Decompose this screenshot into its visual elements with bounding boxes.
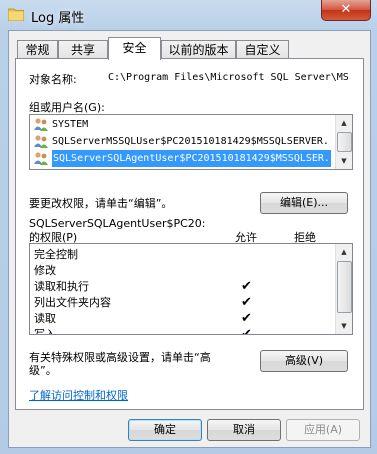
permission-name: 读取和执行 (34, 280, 89, 293)
object-name-value: C:\Program Files\Microsoft SQL Server\MS (108, 72, 349, 83)
advanced-button[interactable]: 高级(V) (260, 350, 348, 372)
edit-hint: 要更改权限，请单击“编辑”。 (29, 197, 173, 210)
user-name: SQLServerMSSQLUser$PC201510181429$MSSQLS… (52, 136, 329, 147)
users-scrollbar[interactable]: ▲ ▼ (335, 115, 352, 169)
ok-button[interactable]: 确定 (128, 419, 202, 441)
permission-name: 读取 (34, 312, 56, 325)
permission-name: 完全控制 (34, 248, 78, 261)
users-group-icon (34, 118, 48, 131)
permission-row: 修改 (30, 263, 350, 279)
scroll-thumb[interactable] (337, 261, 352, 313)
permission-row: 读取 ✔ (30, 311, 350, 327)
edit-button[interactable]: 编辑(E)... (260, 192, 348, 214)
allow-check-icon: ✔ (241, 327, 252, 335)
permission-name: 列出文件夹内容 (34, 296, 111, 309)
security-panel: 对象名称: C:\Program Files\Microsoft SQL Ser… (15, 58, 364, 410)
user-row[interactable]: SQLServerMSSQLUser$PC201510181429$MSSQLS… (31, 133, 333, 150)
permission-name: 写入 (34, 328, 56, 335)
advanced-hint-2: 级”。 (29, 364, 57, 377)
scroll-thumb[interactable] (337, 132, 352, 152)
tab-previous-versions[interactable]: 以前的版本 (161, 40, 236, 59)
permissions-scrollbar[interactable]: ▲ ▼ (335, 244, 352, 334)
properties-window: Log 属性 ✕ 常规 共享 安全 以前的版本 自定义 对象名称: C:\Pro… (0, 0, 377, 454)
object-name-label: 对象名称: (29, 73, 77, 86)
folder-icon (8, 8, 24, 21)
learn-access-control-link[interactable]: 了解访问控制和权限 (29, 387, 128, 403)
user-name: SQLServerSQLAgentUser$PC201510181429$MSS… (52, 150, 331, 167)
title-bar[interactable]: Log 属性 ✕ (0, 0, 377, 30)
apply-button[interactable]: 应用(A) (286, 419, 360, 441)
allow-check-icon: ✔ (241, 295, 252, 310)
permission-row: 写入 ✔ (30, 327, 350, 335)
scroll-down-arrow-icon[interactable]: ▼ (336, 318, 352, 334)
permission-name: 修改 (34, 264, 56, 277)
scroll-up-arrow-icon[interactable]: ▲ (336, 115, 352, 131)
user-row-selected[interactable]: SQLServerSQLAgentUser$PC201510181429$MSS… (31, 150, 333, 167)
tab-security[interactable]: 安全 (108, 37, 161, 60)
tab-customize[interactable]: 自定义 (236, 40, 289, 59)
users-group-icon (34, 135, 48, 148)
tab-sharing[interactable]: 共享 (58, 40, 108, 59)
allow-check-icon: ✔ (241, 279, 252, 294)
permissions-list[interactable]: 完全控制 修改 读取和执行 ✔ 列出文件夹内容 ✔ 读取 ✔ 写入 ✔ ▲ ▼ (29, 243, 353, 335)
users-group-icon (34, 152, 48, 165)
allow-check-icon: ✔ (241, 311, 252, 326)
cancel-button[interactable]: 取消 (207, 419, 281, 441)
tab-general[interactable]: 常规 (17, 40, 58, 59)
groups-users-label: 组或用户名(G): (29, 101, 105, 114)
dialog-body: 常规 共享 安全 以前的版本 自定义 对象名称: C:\Program File… (8, 30, 371, 448)
users-listbox[interactable]: SYSTEM SQLServerMSSQLUser$PC201510181429… (29, 114, 353, 170)
permission-row: 列出文件夹内容 ✔ (30, 295, 350, 311)
permission-row: 完全控制 (30, 247, 350, 263)
close-button[interactable]: ✕ (321, 0, 371, 21)
scroll-up-arrow-icon[interactable]: ▲ (336, 244, 352, 260)
scroll-down-arrow-icon[interactable]: ▼ (336, 153, 352, 169)
window-title: Log 属性 (31, 11, 85, 26)
user-row[interactable]: SYSTEM (31, 116, 333, 133)
user-name: SYSTEM (52, 119, 89, 130)
permission-row: 读取和执行 ✔ (30, 279, 350, 295)
